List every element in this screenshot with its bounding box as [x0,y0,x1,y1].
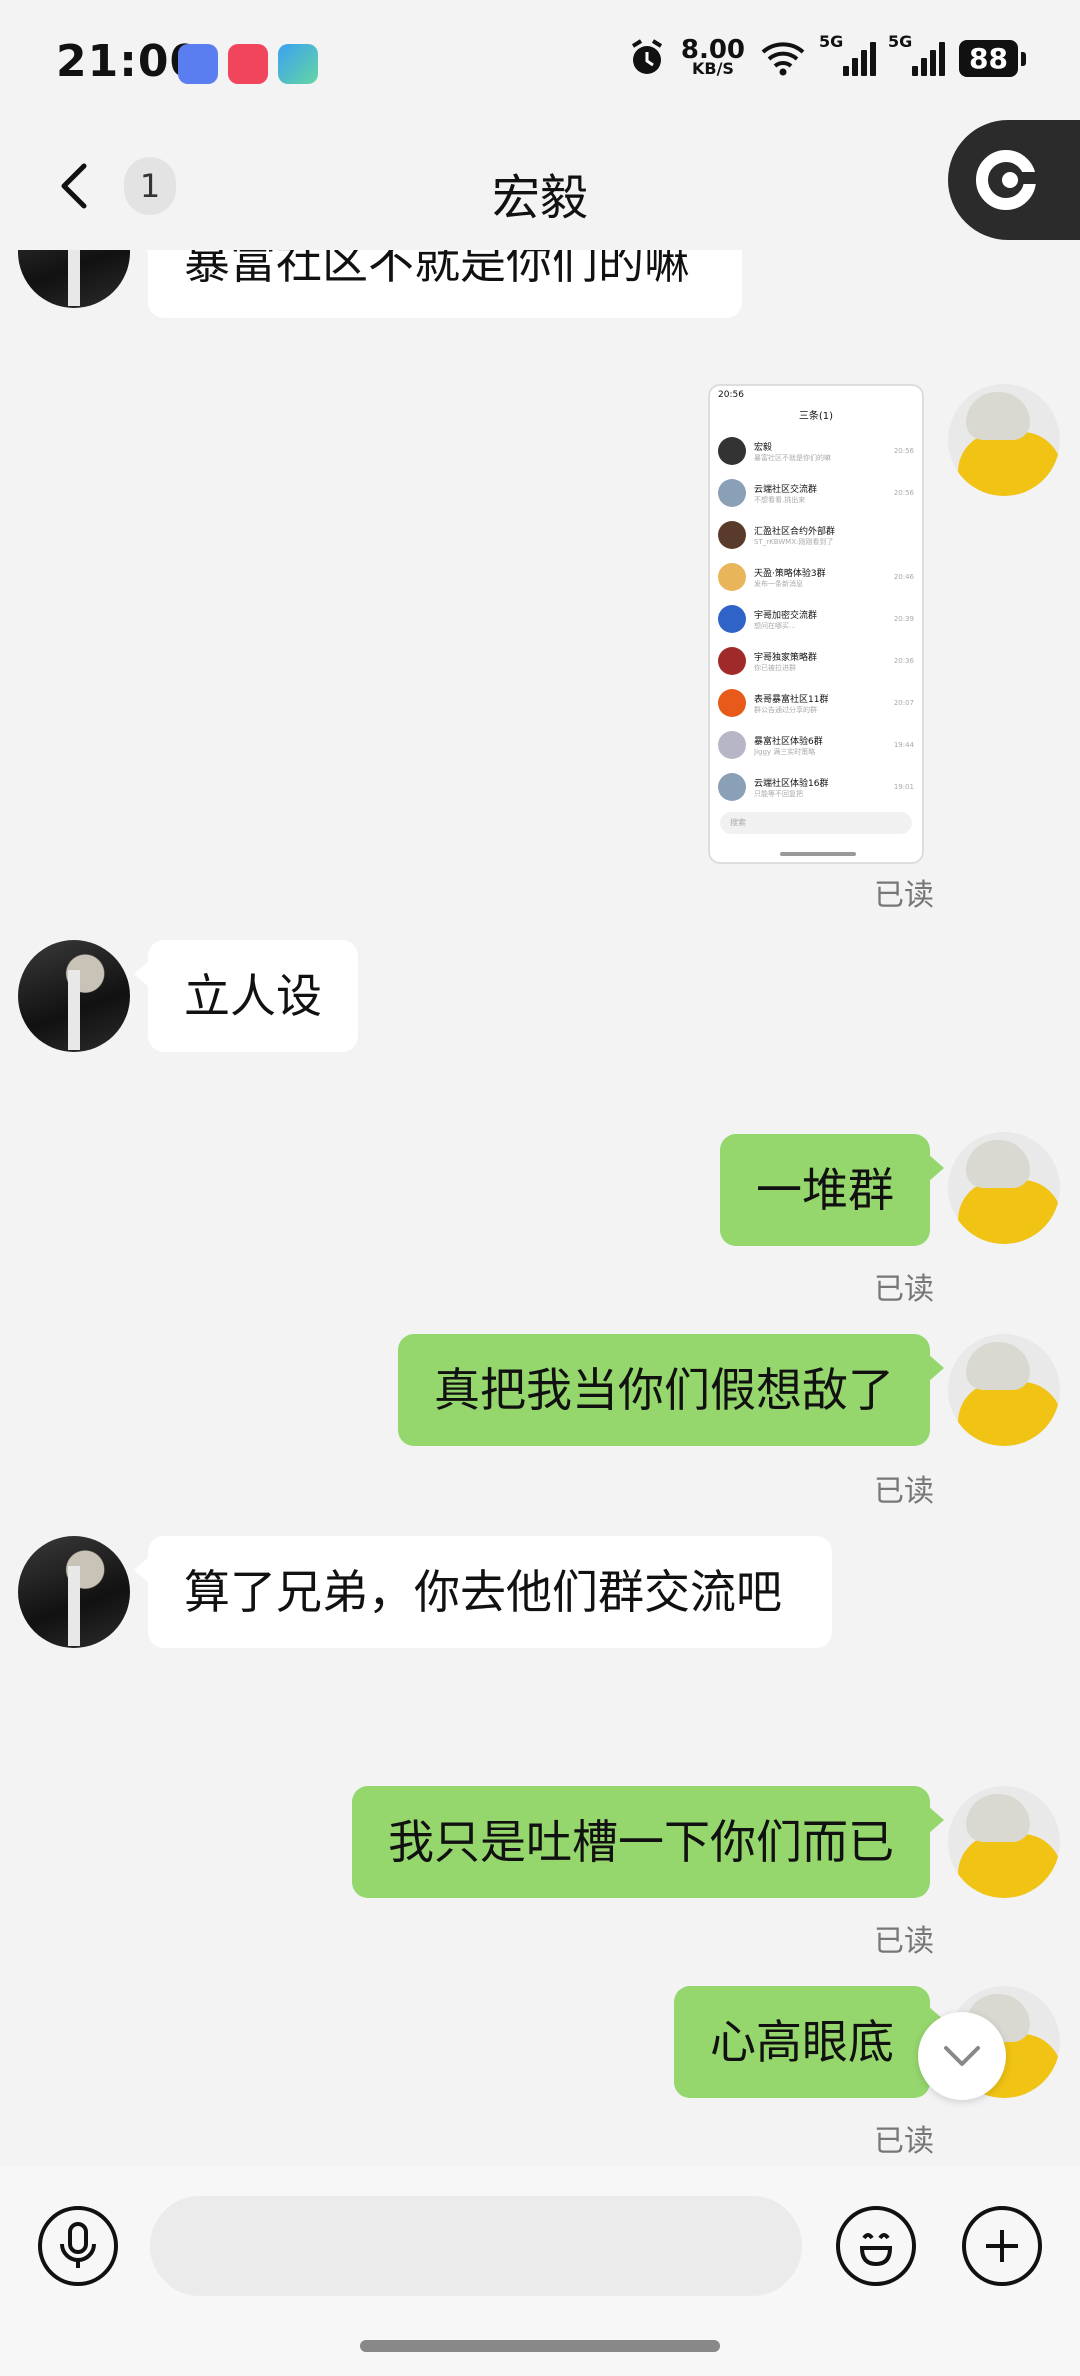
capture-button[interactable] [948,120,1080,240]
message-input[interactable] [150,2196,802,2296]
video-app-icon [228,44,268,84]
message-list[interactable]: 暴富社区不就是你们的嘛 20:56 三条(1) 宏毅 暴富社区不就是你们的嘛 20:… [0,250,1080,2166]
net-speed: 8.00 KB/S [680,35,746,78]
self-avatar[interactable] [948,384,1060,496]
shot-chat-row: 宇哥独家策略群 你已被拉进群 20:36 [710,640,922,682]
self-avatar[interactable] [948,1786,1060,1898]
capture-icon [976,150,1036,210]
shot-chat-row: 云端社区体验16群 只能等不回复把 19:01 [710,766,922,808]
emoji-button[interactable] [836,2206,916,2286]
incoming-message[interactable]: 暴富社区不就是你们的嘛 [134,250,742,318]
app-notification-icon [178,44,218,84]
chat-header: 1 宏毅 [0,120,1080,250]
page-title: 宏毅 [491,170,588,226]
plus-icon [986,2230,1018,2262]
shot-status: 20:56 [718,390,744,400]
shot-search: 搜索 [720,812,912,834]
read-receipt: 已读 [874,878,934,913]
shot-chat-row: 云端社区交流群 不想看看.挑出来 20:56 [710,472,922,514]
read-receipt: 已读 [874,1924,934,1959]
shot-chat-row: 天盈·策略体验3群 发布一条新消息 20:46 [710,556,922,598]
signal-icon: 5G [819,32,877,76]
notification-icons [178,44,318,84]
incoming-message[interactable]: 立人设 [134,940,358,1052]
more-button[interactable] [962,2206,1042,2286]
chevron-down-icon [944,2046,980,2066]
emoji-icon [859,2233,893,2267]
outgoing-message[interactable]: 我只是吐槽一下你们而已 [352,1786,944,1898]
shot-chat-row: 汇盈社区合约外部群 ST_rKBWMX:刚刚看到了 [710,514,922,556]
input-bar [0,2166,1080,2376]
shot-chat-row: 暴富社区体验6群 Jiggy 满三实时策略 19:44 [710,724,922,766]
read-receipt: 已读 [874,2124,934,2159]
outgoing-message[interactable]: 真把我当你们假想敌了 [398,1334,944,1446]
scroll-to-bottom-button[interactable] [918,2012,1006,2100]
incoming-message[interactable]: 算了兄弟，你去他们群交流吧 [134,1536,832,1648]
voice-button[interactable] [38,2206,118,2286]
signal-icon-2: 5G [888,32,946,76]
battery-indicator: 88 [959,39,1026,77]
contact-avatar[interactable] [18,1536,130,1648]
microphone-icon [60,2222,96,2268]
contact-avatar[interactable] [18,250,130,308]
contact-avatar[interactable] [18,940,130,1052]
home-indicator[interactable] [360,2340,720,2352]
wifi-icon [761,42,805,76]
chat-screen: 21:00 8.00 KB/S 5G 5G 88 1 宏毅 暴富社区不就是你们的嘛 [0,0,1080,2376]
paper-plane-icon [278,44,318,84]
self-avatar[interactable] [948,1132,1060,1244]
shot-title: 三条(1) [798,411,834,422]
status-bar: 21:00 8.00 KB/S 5G 5G 88 [0,0,1080,120]
shot-chat-row: 宇哥加密交流群 想问在哪买... 20:39 [710,598,922,640]
status-right: 8.00 KB/S 5G 5G 88 [627,32,1026,78]
outgoing-message[interactable]: 一堆群 [720,1134,944,1246]
self-avatar[interactable] [948,1334,1060,1446]
read-receipt: 已读 [874,1272,934,1307]
alarm-icon [631,39,662,74]
shot-chat-row: 表哥暴富社区11群 群公告通过分享的群 20:07 [710,682,922,724]
shot-chat-row: 宏毅 暴富社区不就是你们的嘛 20:56 [710,430,922,472]
read-receipt: 已读 [874,1474,934,1509]
shot-home-bar [780,852,856,856]
shared-screenshot-image[interactable]: 20:56 三条(1) 宏毅 暴富社区不就是你们的嘛 20:56 云端社区交流群 不想… [708,384,924,864]
outgoing-message[interactable]: 心高眼底 [674,1986,944,2098]
